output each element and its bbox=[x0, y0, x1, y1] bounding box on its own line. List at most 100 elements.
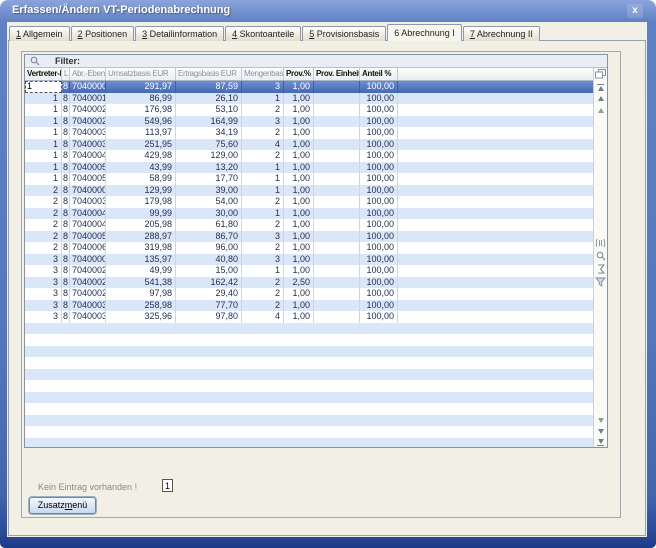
filter-funnel-icon[interactable] bbox=[594, 277, 607, 287]
table-row[interactable]: 187040005343,9913,2011,00100,00 bbox=[25, 162, 593, 174]
table-cell: 70400037 bbox=[70, 196, 106, 208]
table-cell: 325,96 bbox=[106, 311, 176, 323]
table-cell: 8 bbox=[62, 231, 70, 243]
table-row[interactable]: 2870400056288,9786,7031,00100,00 bbox=[25, 231, 593, 243]
table-cell: 8 bbox=[62, 185, 70, 197]
table-cell: 17,70 bbox=[176, 173, 242, 185]
column-header-5[interactable]: Mengenbasis bbox=[242, 68, 284, 80]
table-cell: 100,00 bbox=[360, 173, 398, 185]
table-row[interactable]: 3870400039325,9697,8041,00100,00 bbox=[25, 311, 593, 323]
column-chooser-icon[interactable] bbox=[594, 69, 607, 79]
tab-allgemein[interactable]: 1 Allgemein bbox=[9, 26, 70, 41]
table-row[interactable]: 187040005758,9917,7011,00100,00 bbox=[25, 173, 593, 185]
table-cell: 99,99 bbox=[106, 208, 176, 220]
table-row[interactable]: 3870400020541,38162,4222,50100,00 bbox=[25, 277, 593, 289]
table-row[interactable]: 387040002049,9915,0011,00100,00 bbox=[25, 265, 593, 277]
close-icon[interactable]: x bbox=[627, 4, 643, 18]
table-cell-filler bbox=[25, 334, 593, 346]
table-row[interactable]: 3870400006135,9740,8031,00100,00 bbox=[25, 254, 593, 266]
tab-provisionsbasis[interactable]: 5 Provisionsbasis bbox=[302, 26, 386, 41]
column-header-6[interactable]: Prov.% bbox=[284, 68, 314, 80]
table-row[interactable]: 387040002597,9829,4021,00100,00 bbox=[25, 288, 593, 300]
scroll-down-icon[interactable] bbox=[594, 429, 607, 434]
column-header-8[interactable]: Anteil % bbox=[360, 68, 398, 80]
table-cell bbox=[314, 208, 360, 220]
table-cell: 8 bbox=[62, 104, 70, 116]
table-cell: 70400020 bbox=[70, 277, 106, 289]
table-cell-filler bbox=[398, 231, 593, 243]
table-cell: 1,00 bbox=[284, 231, 314, 243]
table-row[interactable]: 1870400000291,9787,5931,00100,00 bbox=[25, 81, 593, 93]
tab-abrechnung-ii[interactable]: 7 Abrechnung II bbox=[463, 26, 540, 41]
column-width-icon[interactable] bbox=[594, 238, 607, 248]
table-row[interactable]: 187040001486,9926,1011,00100,00 bbox=[25, 93, 593, 105]
table-row[interactable]: 1870400027549,96164,9931,00100,00 bbox=[25, 116, 593, 128]
first-record-icon[interactable] bbox=[594, 84, 607, 92]
last-record-icon[interactable] bbox=[594, 439, 607, 447]
table-cell: 97,98 bbox=[106, 288, 176, 300]
tab-label: Abrechnung II bbox=[475, 29, 533, 39]
table-cell: 26,10 bbox=[176, 93, 242, 105]
grid-search-icon[interactable] bbox=[594, 251, 607, 261]
table-row[interactable]: 1870400021176,9853,1021,00100,00 bbox=[25, 104, 593, 116]
table-cell: 97,80 bbox=[176, 311, 242, 323]
table-cell: 8 bbox=[62, 277, 70, 289]
tab-positionen[interactable]: 2 Positionen bbox=[71, 26, 135, 41]
page-down-icon[interactable] bbox=[594, 418, 607, 423]
table-cell: 2,50 bbox=[284, 277, 314, 289]
table-cell: 1 bbox=[242, 93, 284, 105]
table-cell: 15,00 bbox=[176, 265, 242, 277]
table-cell: 2 bbox=[25, 208, 62, 220]
tab-label: Skontoanteile bbox=[237, 29, 294, 39]
table-cell: 70400040 bbox=[70, 208, 106, 220]
table-cell bbox=[314, 185, 360, 197]
tab-detailinformation[interactable]: 3 Detailinformation bbox=[135, 26, 224, 41]
table-cell: 96,00 bbox=[176, 242, 242, 254]
table-cell: 2 bbox=[242, 288, 284, 300]
table-cell: 2 bbox=[242, 300, 284, 312]
table-cell: 70400038 bbox=[70, 300, 106, 312]
tab-abrechnung-i[interactable]: 6 Abrechnung I bbox=[387, 24, 462, 41]
table-cell bbox=[314, 139, 360, 151]
table-row[interactable]: 2870400048205,9861,8021,00100,00 bbox=[25, 219, 593, 231]
grid-body: 1870400000291,9787,5931,00100,0018704000… bbox=[25, 81, 593, 447]
table-cell: 70400000 bbox=[70, 81, 106, 93]
column-header-4[interactable]: Ertragsbasis EUR bbox=[176, 68, 242, 80]
table-row[interactable]: 1870400031251,9575,6041,00100,00 bbox=[25, 139, 593, 151]
table-cell: 1 bbox=[25, 139, 62, 151]
table-row[interactable]: 1870400045429,98129,0021,00100,00 bbox=[25, 150, 593, 162]
dialog-window: Erfassen/Ändern VT-Periodenabrechnung x … bbox=[0, 0, 656, 548]
table-row[interactable]: 287040004099,9930,0011,00100,00 bbox=[25, 208, 593, 220]
table-cell bbox=[314, 81, 360, 93]
sum-icon[interactable] bbox=[594, 264, 607, 274]
column-header-2[interactable]: Abr.-Ebene bbox=[70, 68, 106, 80]
table-row[interactable]: 2870400005129,9939,0011,00100,00 bbox=[25, 185, 593, 197]
table-cell: 100,00 bbox=[360, 81, 398, 93]
table-cell: 1,00 bbox=[284, 208, 314, 220]
table-cell: 8 bbox=[62, 219, 70, 231]
table-cell bbox=[314, 265, 360, 277]
zusatzmenu-button[interactable]: Zusatzmenü bbox=[29, 497, 96, 514]
column-header-1[interactable]: L bbox=[62, 68, 70, 80]
grid-scrollbar[interactable] bbox=[593, 68, 607, 447]
page-up-icon[interactable] bbox=[594, 108, 607, 113]
column-header-3[interactable]: Umsatzbasis EUR bbox=[106, 68, 176, 80]
table-cell: 1 bbox=[242, 185, 284, 197]
table-cell: 70400039 bbox=[70, 311, 106, 323]
table-cell bbox=[314, 93, 360, 105]
table-row[interactable]: 2870400037179,9854,0021,00100,00 bbox=[25, 196, 593, 208]
table-cell: 3 bbox=[242, 231, 284, 243]
column-header-7[interactable]: Prov. Einheiten bbox=[314, 68, 360, 80]
table-row[interactable]: 1870400030113,9734,1921,00100,00 bbox=[25, 127, 593, 139]
search-icon[interactable] bbox=[30, 56, 40, 66]
table-cell-filler bbox=[25, 380, 593, 392]
table-row[interactable]: 3870400038258,9877,7021,00100,00 bbox=[25, 300, 593, 312]
tab-skontoanteile[interactable]: 4 Skontoanteile bbox=[225, 26, 301, 41]
scroll-up-icon[interactable] bbox=[594, 96, 607, 101]
table-cell: 1 bbox=[242, 208, 284, 220]
table-cell: 3 bbox=[242, 81, 284, 93]
table-row[interactable]: 2870400065319,9896,0021,00100,00 bbox=[25, 242, 593, 254]
column-header-0[interactable]: Vertreter-Nr. bbox=[25, 68, 62, 80]
table-cell: 179,98 bbox=[106, 196, 176, 208]
table-cell: 53,10 bbox=[176, 104, 242, 116]
